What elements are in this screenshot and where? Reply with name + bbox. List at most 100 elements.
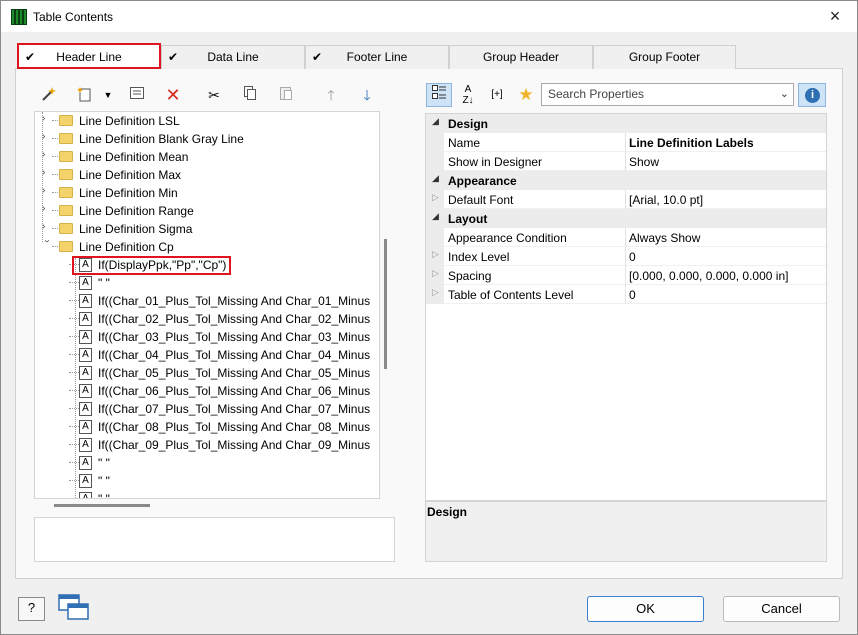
info-button[interactable]: i — [798, 83, 826, 107]
tab-data-line[interactable]: ✔ Data Line — [161, 45, 305, 69]
category-label: Layout — [448, 212, 488, 226]
copy-icon[interactable] — [239, 85, 261, 105]
tree-child-item[interactable]: A If((Char_04_Plus_Tol_Missing And Char_… — [35, 346, 379, 364]
property-grid[interactable]: ◢ Design Name Line Definition Labels Sho… — [425, 113, 827, 501]
property-row[interactable]: ▷ Default Font [Arial, 10.0 pt] — [426, 190, 826, 209]
tree-child-item[interactable]: A If((Char_06_Plus_Tol_Missing And Char_… — [35, 382, 379, 400]
cut-icon[interactable]: ✂ — [203, 85, 225, 105]
chevron-down-icon[interactable]: › — [42, 240, 53, 250]
categorized-icon[interactable] — [426, 83, 452, 107]
chevron-down-icon[interactable]: ▼ — [97, 85, 119, 105]
collapse-icon[interactable]: ◢ — [432, 211, 439, 222]
collapse-icon[interactable]: ◢ — [432, 173, 439, 184]
tree-folder-item[interactable]: › Line Definition LSL — [35, 112, 379, 130]
move-up-icon[interactable]: 🡑 — [320, 85, 342, 105]
cancel-button[interactable]: Cancel — [723, 596, 840, 622]
property-row[interactable]: Name Line Definition Labels — [426, 133, 826, 152]
wand-icon[interactable] — [38, 85, 60, 105]
tree-connector — [69, 408, 79, 409]
help-button[interactable]: ? — [18, 597, 45, 621]
chevron-right-icon[interactable]: › — [42, 221, 52, 232]
tree-child-item[interactable]: A If((Char_09_Plus_Tol_Missing And Char_… — [35, 436, 379, 454]
expand-icon[interactable]: ▷ — [432, 192, 439, 203]
expand-icon[interactable]: ▷ — [432, 287, 439, 298]
collapse-icon[interactable]: ◢ — [432, 116, 439, 127]
expand-icon[interactable]: ▷ — [432, 249, 439, 260]
tree-child-item[interactable]: A If((Char_02_Plus_Tol_Missing And Char_… — [35, 310, 379, 328]
category-appearance[interactable]: ◢ Appearance — [426, 171, 826, 190]
expand-icon[interactable]: ▷ — [432, 268, 439, 279]
tree-folder-item[interactable]: › Line Definition Min — [35, 184, 379, 202]
tree-folder-item[interactable]: › Line Definition Blank Gray Line — [35, 130, 379, 148]
paste-icon[interactable] — [275, 85, 297, 105]
tree-folder-item[interactable]: › Line Definition Range — [35, 202, 379, 220]
chevron-right-icon[interactable]: › — [42, 149, 52, 160]
close-icon[interactable]: × — [821, 5, 849, 29]
search-input[interactable]: Search Properties ⌄ — [541, 83, 794, 106]
expand-all-icon[interactable]: [+] — [484, 83, 510, 107]
category-layout[interactable]: ◢ Layout — [426, 209, 826, 228]
property-name: Show in Designer — [448, 155, 543, 169]
properties-icon[interactable] — [126, 85, 148, 105]
tree-view[interactable]: › Line Definition LSL › Line Definition … — [34, 111, 380, 499]
property-value[interactable]: Always Show — [629, 231, 700, 245]
sort-alphabetical-icon[interactable]: A Z↓ — [455, 83, 481, 107]
category-label: Design — [448, 117, 489, 131]
chevron-right-icon[interactable]: › — [42, 113, 52, 124]
tree-folder-item[interactable]: › Line Definition Mean — [35, 148, 379, 166]
property-row[interactable]: ▷ Table of Contents Level 0 — [426, 285, 826, 304]
move-down-icon[interactable]: 🡓 — [356, 85, 378, 105]
property-name: Default Font — [448, 193, 514, 207]
property-row[interactable]: ▷ Spacing [0.000, 0.000, 0.000, 0.000 in… — [426, 266, 826, 285]
property-value[interactable]: [0.000, 0.000, 0.000, 0.000 in] — [629, 269, 788, 283]
property-row[interactable]: Show in Designer Show — [426, 152, 826, 171]
new-item-icon[interactable] — [74, 85, 96, 105]
tree-child-item[interactable]: A " " — [35, 490, 379, 498]
chevron-down-icon[interactable]: ⌄ — [780, 84, 789, 105]
tree-connector — [69, 336, 79, 337]
property-value[interactable]: 0 — [629, 288, 636, 302]
column-divider — [625, 228, 626, 247]
chevron-right-icon[interactable]: › — [42, 185, 52, 196]
property-value[interactable]: 0 — [629, 250, 636, 264]
tree-folder-item[interactable]: › Line Definition Max — [35, 166, 379, 184]
tree-folder-item[interactable]: › Line Definition Cp — [35, 238, 379, 256]
windows-icon[interactable] — [57, 593, 91, 623]
tree-child-item[interactable]: A " " — [35, 472, 379, 490]
property-name: Index Level — [448, 250, 510, 264]
tree-child-item[interactable]: A " " — [35, 274, 379, 292]
delete-icon[interactable]: ✕ — [162, 85, 184, 105]
tab-label: Group Header — [482, 50, 560, 64]
tree-folder-item[interactable]: › Line Definition Sigma — [35, 220, 379, 238]
tree-child-item[interactable]: A If((Char_07_Plus_Tol_Missing And Char_… — [35, 400, 379, 418]
tree-child-item[interactable]: A " " — [35, 454, 379, 472]
text-field-icon: A — [79, 294, 92, 308]
tree-child-item[interactable]: A If((Char_05_Plus_Tol_Missing And Char_… — [35, 364, 379, 382]
tab-footer-line[interactable]: ✔ Footer Line — [305, 45, 449, 69]
star-icon[interactable]: ★ — [513, 83, 539, 107]
property-value[interactable]: Show — [629, 155, 659, 169]
tree-child-item[interactable]: A If((Char_01_Plus_Tol_Missing And Char_… — [35, 292, 379, 310]
horizontal-scrollbar[interactable] — [54, 504, 150, 507]
property-value[interactable]: Line Definition Labels — [629, 136, 754, 150]
property-value[interactable]: [Arial, 10.0 pt] — [629, 193, 703, 207]
category-design[interactable]: ◢ Design — [426, 114, 826, 133]
tab-group-header[interactable]: Group Header — [449, 45, 593, 69]
property-row[interactable]: Appearance Condition Always Show — [426, 228, 826, 247]
tree-child-item[interactable]: A If((Char_08_Plus_Tol_Missing And Char_… — [35, 418, 379, 436]
property-row[interactable]: ▷ Index Level 0 — [426, 247, 826, 266]
tree-child-item[interactable]: A If((Char_03_Plus_Tol_Missing And Char_… — [35, 328, 379, 346]
tab-group-footer[interactable]: Group Footer — [593, 45, 736, 69]
tab-label: Group Footer — [628, 50, 701, 64]
chevron-right-icon[interactable]: › — [42, 131, 52, 142]
chevron-right-icon[interactable]: › — [42, 167, 52, 178]
vertical-scrollbar[interactable] — [384, 239, 387, 369]
tree-label: Line Definition Cp — [79, 240, 174, 254]
text-field-icon: A — [79, 474, 92, 488]
property-name: Table of Contents Level — [448, 288, 574, 302]
ok-button[interactable]: OK — [587, 596, 704, 622]
tree-label: " " — [98, 456, 110, 470]
chevron-right-icon[interactable]: › — [42, 203, 52, 214]
row-gutter — [426, 133, 444, 152]
tab-header-line[interactable]: ✔ Header Line — [17, 43, 161, 69]
